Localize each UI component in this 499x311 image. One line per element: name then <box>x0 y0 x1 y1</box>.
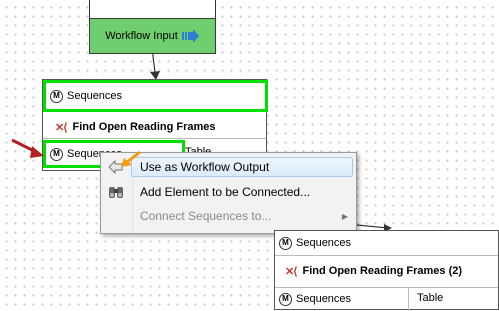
red-pointer-arrow <box>11 138 44 158</box>
port-m-icon: M <box>279 292 292 306</box>
workflow-input-label: Workflow Input <box>105 30 178 42</box>
input-port-label: Sequences <box>296 237 352 249</box>
menu-item-label: Add Element to be Connected... <box>140 185 311 199</box>
input-port-sequences[interactable]: M Sequences <box>43 80 268 112</box>
menu-item-label: Connect Sequences to... <box>140 209 272 223</box>
menu-item-label: Use as Workflow Output <box>140 160 270 174</box>
submenu-arrow-icon: ▶ <box>341 211 348 221</box>
orf-icon: ✕⟨ <box>285 265 297 278</box>
blue-arrow-icon <box>181 29 199 43</box>
find-orf-2-node[interactable]: M Sequences ✕⟨ Find Open Reading Frames … <box>274 230 499 311</box>
workflow-input-node[interactable]: Workflow Input <box>89 18 216 54</box>
workflow-input-frame <box>89 0 216 18</box>
output-port-table-label: Table <box>417 292 444 304</box>
port-m-icon: M <box>50 89 63 103</box>
node-title-row: ✕⟨ Find Open Reading Frames (2) <box>275 261 499 281</box>
node-title: Find Open Reading Frames <box>72 121 216 133</box>
node-title: Find Open Reading Frames (2) <box>302 265 463 277</box>
node-title-row: ✕⟨ Find Open Reading Frames <box>43 116 278 138</box>
port-m-icon: M <box>279 236 292 250</box>
output-port-label: Sequences <box>296 293 352 305</box>
input-port-sequences-2[interactable]: M Sequences <box>275 233 499 253</box>
menu-item-add-element[interactable]: Add Element to be Connected... <box>101 181 356 203</box>
orf-icon: ✕⟨ <box>55 121 67 134</box>
output-port-sequences-2[interactable]: M Sequences <box>275 290 414 308</box>
input-port-label: Sequences <box>67 90 123 102</box>
menu-item-connect-sequences[interactable]: Connect Sequences to... ▶ <box>101 205 356 227</box>
binoculars-icon <box>108 184 124 200</box>
port-m-icon: M <box>50 147 63 161</box>
orange-pointer-arrow <box>121 150 141 167</box>
output-port-table-2[interactable]: Table <box>417 292 443 304</box>
